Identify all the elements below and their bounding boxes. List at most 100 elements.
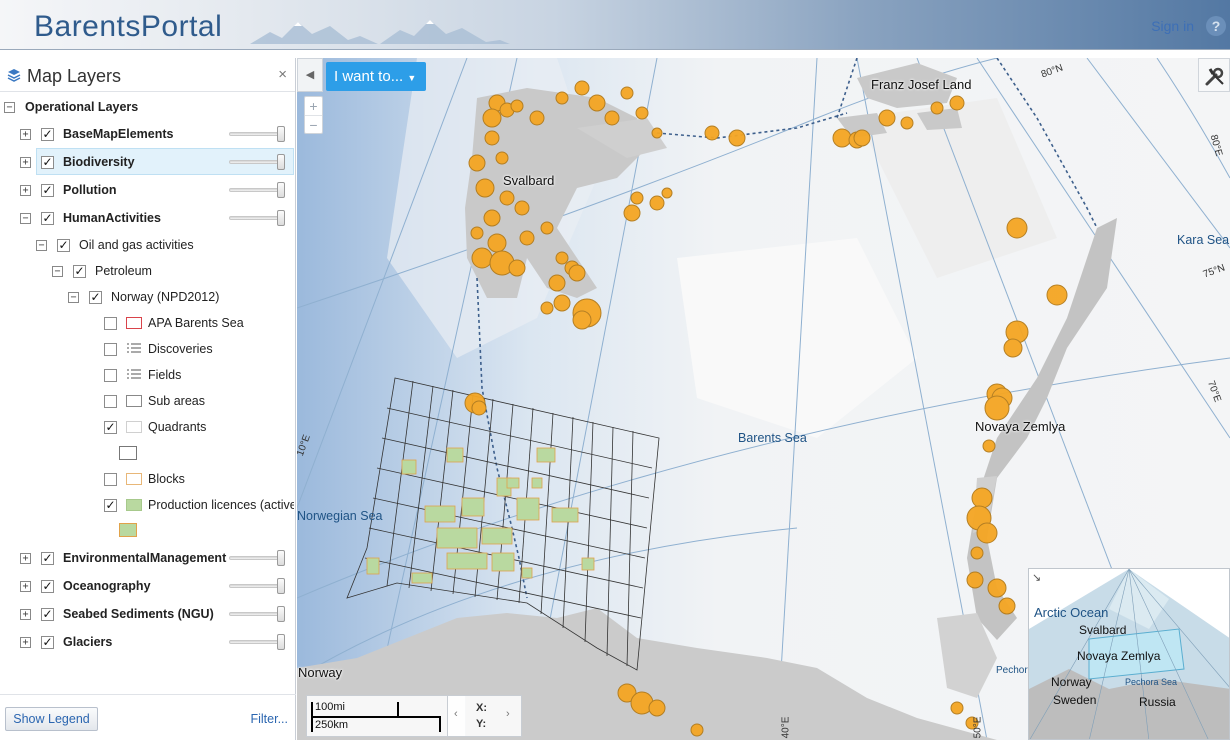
expand-icon[interactable]: +: [20, 128, 31, 140]
layer-checkbox[interactable]: ✓: [41, 155, 54, 169]
layer-checkbox[interactable]: ✓: [41, 127, 54, 141]
opacity-slider[interactable]: [229, 182, 285, 198]
i-want-to-button[interactable]: I want to... ▼: [326, 62, 426, 91]
biodiversity-marker[interactable]: [470, 226, 484, 240]
biodiversity-marker[interactable]: [704, 125, 720, 141]
biodiversity-marker[interactable]: [635, 106, 649, 120]
sublayer-checkbox[interactable]: ✓: [104, 420, 117, 434]
biodiversity-marker[interactable]: [970, 546, 984, 560]
biodiversity-marker[interactable]: [475, 178, 495, 198]
collapse-icon[interactable]: −: [68, 291, 79, 303]
layer-checkbox[interactable]: ✓: [41, 551, 54, 565]
slider-thumb[interactable]: [277, 606, 285, 622]
slider-thumb[interactable]: [277, 154, 285, 170]
slider-thumb[interactable]: [277, 126, 285, 142]
biodiversity-marker[interactable]: [878, 109, 896, 127]
slider-thumb[interactable]: [277, 210, 285, 226]
layer-checkbox[interactable]: ✓: [41, 183, 54, 197]
biodiversity-marker[interactable]: [484, 130, 500, 146]
biodiversity-marker[interactable]: [950, 701, 964, 715]
biodiversity-marker[interactable]: [510, 99, 524, 113]
biodiversity-marker[interactable]: [514, 200, 530, 216]
sublayer-checkbox[interactable]: ✓: [104, 498, 117, 512]
sublayer-row-apa[interactable]: APA Barents Sea: [104, 311, 244, 335]
biodiversity-marker[interactable]: [499, 190, 515, 206]
opacity-slider[interactable]: [229, 210, 285, 226]
biodiversity-marker[interactable]: [930, 101, 944, 115]
biodiversity-marker[interactable]: [900, 116, 914, 130]
opacity-slider[interactable]: [229, 606, 285, 622]
chevron-left-icon[interactable]: ‹: [454, 708, 458, 720]
sublayer-row-fields[interactable]: Fields: [104, 363, 181, 387]
biodiversity-marker[interactable]: [649, 195, 665, 211]
help-icon[interactable]: ?: [1206, 16, 1226, 36]
opacity-slider[interactable]: [229, 550, 285, 566]
slider-thumb[interactable]: [277, 182, 285, 198]
biodiversity-marker[interactable]: [555, 251, 569, 265]
biodiversity-marker[interactable]: [1006, 217, 1028, 239]
expand-overview-icon[interactable]: ↘: [1032, 571, 1041, 584]
expand-icon[interactable]: +: [20, 552, 31, 564]
biodiversity-marker[interactable]: [540, 221, 554, 235]
biodiversity-marker[interactable]: [1003, 338, 1023, 358]
biodiversity-marker[interactable]: [982, 439, 996, 453]
sublayer-row-licences[interactable]: ✓ Production licences (active: [104, 493, 294, 517]
overview-map[interactable]: ↘ Arctic Ocean Svalbard Novaya Zemlya No…: [1028, 568, 1230, 740]
biodiversity-marker[interactable]: [529, 110, 545, 126]
slider-thumb[interactable]: [277, 550, 285, 566]
biodiversity-marker[interactable]: [604, 110, 620, 126]
biodiversity-marker[interactable]: [555, 91, 569, 105]
biodiversity-marker[interactable]: [623, 204, 641, 222]
biodiversity-marker[interactable]: [519, 230, 535, 246]
slider-thumb[interactable]: [277, 578, 285, 594]
tools-button[interactable]: [1198, 58, 1230, 92]
expand-icon[interactable]: +: [20, 580, 31, 592]
sublayer-row-discoveries[interactable]: Discoveries: [104, 337, 213, 361]
biodiversity-marker[interactable]: [620, 86, 634, 100]
chevron-right-icon[interactable]: ›: [506, 708, 510, 720]
sublayer-row-norway[interactable]: − ✓ Norway (NPD2012): [68, 285, 219, 309]
biodiversity-marker[interactable]: [572, 310, 592, 330]
sublayer-row-subareas[interactable]: Sub areas: [104, 389, 205, 413]
sublayer-checkbox[interactable]: [104, 316, 117, 330]
biodiversity-marker[interactable]: [853, 129, 871, 147]
expand-icon[interactable]: +: [20, 636, 31, 648]
layer-checkbox[interactable]: ✓: [41, 607, 54, 621]
biodiversity-marker[interactable]: [984, 395, 1010, 421]
biodiversity-marker[interactable]: [661, 187, 673, 199]
biodiversity-marker[interactable]: [630, 191, 644, 205]
opacity-slider[interactable]: [229, 126, 285, 142]
biodiversity-marker[interactable]: [471, 400, 487, 416]
biodiversity-marker[interactable]: [540, 301, 554, 315]
sublayer-row-oil-gas[interactable]: − ✓ Oil and gas activities: [36, 233, 194, 257]
sublayer-row-quadrants[interactable]: ✓ Quadrants: [104, 415, 206, 439]
opacity-slider[interactable]: [229, 634, 285, 650]
biodiversity-marker[interactable]: [487, 233, 507, 253]
opacity-slider[interactable]: [229, 154, 285, 170]
sublayer-checkbox[interactable]: ✓: [57, 238, 70, 252]
biodiversity-marker[interactable]: [976, 522, 998, 544]
sublayer-checkbox[interactable]: [104, 472, 117, 486]
zoom-out-button[interactable]: −: [305, 115, 322, 133]
close-icon[interactable]: ×: [278, 66, 287, 83]
biodiversity-marker[interactable]: [483, 209, 501, 227]
biodiversity-marker[interactable]: [832, 128, 852, 148]
show-legend-button[interactable]: Show Legend: [5, 707, 98, 731]
biodiversity-marker[interactable]: [553, 294, 571, 312]
biodiversity-marker[interactable]: [648, 699, 666, 717]
biodiversity-marker[interactable]: [998, 597, 1016, 615]
expand-icon[interactable]: +: [20, 156, 31, 168]
map-view[interactable]: Franz Josef Land Svalbard Barents Sea Ka…: [297, 58, 1230, 740]
sublayer-checkbox[interactable]: ✓: [89, 290, 102, 304]
biodiversity-marker[interactable]: [971, 487, 993, 509]
biodiversity-marker[interactable]: [987, 578, 1007, 598]
collapse-icon[interactable]: −: [52, 265, 63, 277]
layer-checkbox[interactable]: ✓: [41, 211, 54, 225]
opacity-slider[interactable]: [229, 578, 285, 594]
biodiversity-marker[interactable]: [966, 571, 984, 589]
slider-thumb[interactable]: [277, 634, 285, 650]
sublayer-checkbox[interactable]: [104, 394, 117, 408]
biodiversity-marker[interactable]: [728, 129, 746, 147]
sublayer-checkbox[interactable]: [104, 368, 117, 382]
biodiversity-marker[interactable]: [588, 94, 606, 112]
